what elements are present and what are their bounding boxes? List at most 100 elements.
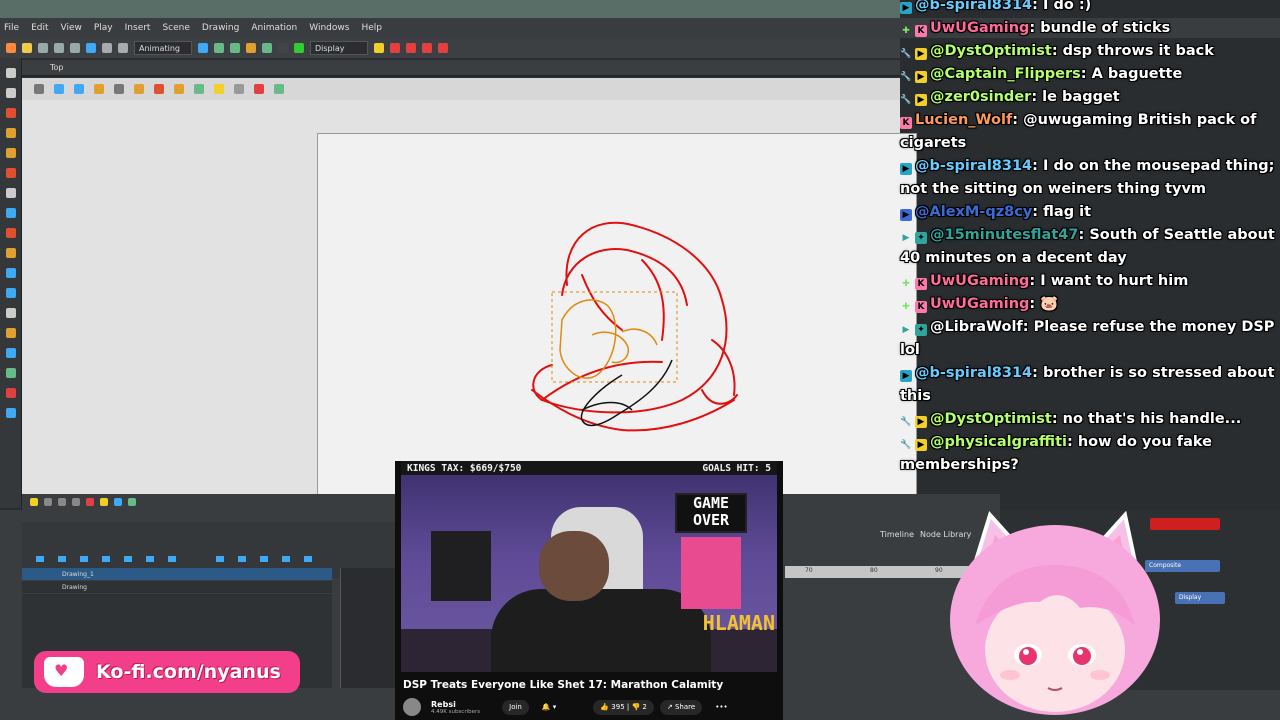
channel-name[interactable]: Rebsi — [431, 700, 480, 709]
open-folder-icon[interactable] — [22, 43, 32, 53]
menu-item-view[interactable]: View — [61, 23, 82, 33]
pencil-tool-icon[interactable] — [5, 128, 16, 138]
chat-username[interactable]: @15minutesflat47 — [930, 227, 1078, 243]
menu-item-insert[interactable]: Insert — [125, 23, 151, 33]
ellipse-tool-icon[interactable] — [5, 208, 16, 218]
frame-icon[interactable] — [246, 43, 256, 53]
layer-row[interactable]: Drawing_1 — [22, 568, 332, 581]
camera-view-tab[interactable]: Top — [22, 60, 900, 76]
display-select[interactable]: Display — [310, 41, 368, 55]
cutter-tool-icon[interactable] — [5, 248, 16, 258]
dropper-tool-icon[interactable] — [5, 268, 16, 278]
onion-skin-icon[interactable] — [390, 43, 400, 53]
layer-icon[interactable] — [234, 84, 244, 94]
menu-item-play[interactable]: Play — [94, 23, 113, 33]
shape-icon[interactable] — [134, 84, 144, 94]
menu-item-file[interactable]: File — [4, 23, 19, 33]
list-icon[interactable] — [198, 43, 208, 53]
channel-avatar[interactable] — [403, 698, 421, 716]
eraser-tool-icon[interactable] — [5, 148, 16, 158]
status-icon[interactable] — [128, 498, 136, 506]
onion-next-icon[interactable] — [422, 43, 432, 53]
drawing-viewport[interactable] — [22, 100, 917, 503]
bulb-icon[interactable] — [214, 84, 224, 94]
like-button[interactable]: 👍 395 | 👎 2 — [593, 699, 654, 715]
tree-icon[interactable] — [194, 84, 204, 94]
timeline-grid[interactable] — [340, 568, 400, 688]
pivot-icon[interactable] — [262, 43, 272, 53]
copy-icon[interactable] — [54, 43, 64, 53]
field-guide-icon[interactable] — [54, 84, 64, 94]
chat-username[interactable]: @zer0sinder — [930, 89, 1031, 105]
kofi-banner[interactable]: ♥ Ko-fi.com/nyanus — [34, 651, 300, 693]
menu-item-edit[interactable]: Edit — [31, 23, 48, 33]
check-icon[interactable] — [294, 43, 304, 53]
more-icon[interactable]: ••• — [708, 700, 734, 715]
menu-item-help[interactable]: Help — [361, 23, 382, 33]
onion-all-icon[interactable] — [438, 43, 448, 53]
marker-icon[interactable] — [174, 84, 184, 94]
status-icon[interactable] — [114, 498, 122, 506]
hand-tool-icon[interactable] — [5, 308, 16, 318]
transform-tool-icon[interactable] — [5, 288, 16, 298]
video-card[interactable]: GAME OVER HLAMAN KINGS TAX: $669/$750 GO… — [395, 461, 783, 720]
brush-tool-icon[interactable] — [5, 108, 16, 118]
contour-tool-icon[interactable] — [5, 88, 16, 98]
layer-row[interactable]: Drawing — [22, 581, 332, 594]
chat-username[interactable]: @b-spiral8314 — [915, 0, 1032, 13]
chat-username[interactable]: UwUGaming — [930, 20, 1029, 36]
chat-username[interactable]: @Captain_Flippers — [930, 66, 1081, 82]
status-bulb-icon[interactable] — [30, 498, 38, 506]
status-record-icon[interactable] — [86, 498, 94, 506]
chat-username[interactable]: @b-spiral8314 — [915, 365, 1032, 381]
status-icon[interactable] — [44, 498, 52, 506]
chat-username[interactable]: UwUGaming — [930, 296, 1029, 312]
line-tool-icon[interactable] — [5, 368, 16, 378]
blank-select-icon[interactable] — [278, 43, 288, 53]
chat-username[interactable]: UwUGaming — [930, 273, 1029, 289]
chat-username[interactable]: Lucien_Wolf — [915, 112, 1012, 128]
text-tool-icon[interactable] — [5, 188, 16, 198]
mode-select[interactable]: Animating — [134, 41, 192, 55]
lock-icon[interactable] — [114, 84, 124, 94]
import-icon[interactable] — [86, 43, 96, 53]
onion-icon[interactable] — [254, 84, 264, 94]
chat-username[interactable]: @DystOptimist — [930, 43, 1052, 59]
fill-tool-icon[interactable] — [5, 228, 16, 238]
snap-icon[interactable] — [94, 84, 104, 94]
paste-icon[interactable] — [70, 43, 80, 53]
transform-icon[interactable] — [214, 43, 224, 53]
select-tool-icon[interactable] — [5, 68, 16, 78]
crop-tool-icon[interactable] — [5, 348, 16, 358]
menu-item-drawing[interactable]: Drawing — [202, 23, 239, 33]
menu-item-scene[interactable]: Scene — [162, 23, 189, 33]
bulb-icon[interactable] — [374, 43, 384, 53]
rotate-icon[interactable] — [230, 43, 240, 53]
timeline-tab[interactable]: Timeline — [880, 530, 914, 539]
grid-icon[interactable] — [34, 84, 44, 94]
light-table-icon[interactable] — [74, 84, 84, 94]
redo-icon[interactable] — [118, 43, 128, 53]
video-frame[interactable]: GAME OVER HLAMAN KINGS TAX: $669/$750 GO… — [401, 461, 777, 672]
onion-prev-icon[interactable] — [406, 43, 416, 53]
pen-icon[interactable] — [154, 84, 164, 94]
chat-username[interactable]: @DystOptimist — [930, 411, 1052, 427]
chat-username[interactable]: @LibraWolf — [930, 319, 1023, 335]
record-tool-icon[interactable] — [5, 388, 16, 398]
join-button[interactable]: Join — [502, 699, 529, 715]
camera-tool-icon[interactable] — [5, 408, 16, 418]
undo-icon[interactable] — [102, 43, 112, 53]
chat-username[interactable]: @b-spiral8314 — [915, 158, 1032, 174]
onion-green-icon[interactable] — [274, 84, 284, 94]
status-bolt-icon[interactable] — [100, 498, 108, 506]
status-icon[interactable] — [58, 498, 66, 506]
video-title[interactable]: DSP Treats Everyone Like Shet 17: Marath… — [403, 679, 723, 691]
paint-tool-icon[interactable] — [5, 168, 16, 178]
chat-username[interactable]: @AlexM-qz8cy — [915, 204, 1032, 220]
node-display[interactable]: Display — [1175, 592, 1225, 604]
menu-item-animation[interactable]: Animation — [251, 23, 297, 33]
save-icon[interactable] — [38, 43, 48, 53]
bell-icon[interactable]: 🔔 ▾ — [535, 700, 563, 715]
new-file-icon[interactable] — [6, 43, 16, 53]
share-button[interactable]: ↗ Share — [659, 699, 703, 715]
